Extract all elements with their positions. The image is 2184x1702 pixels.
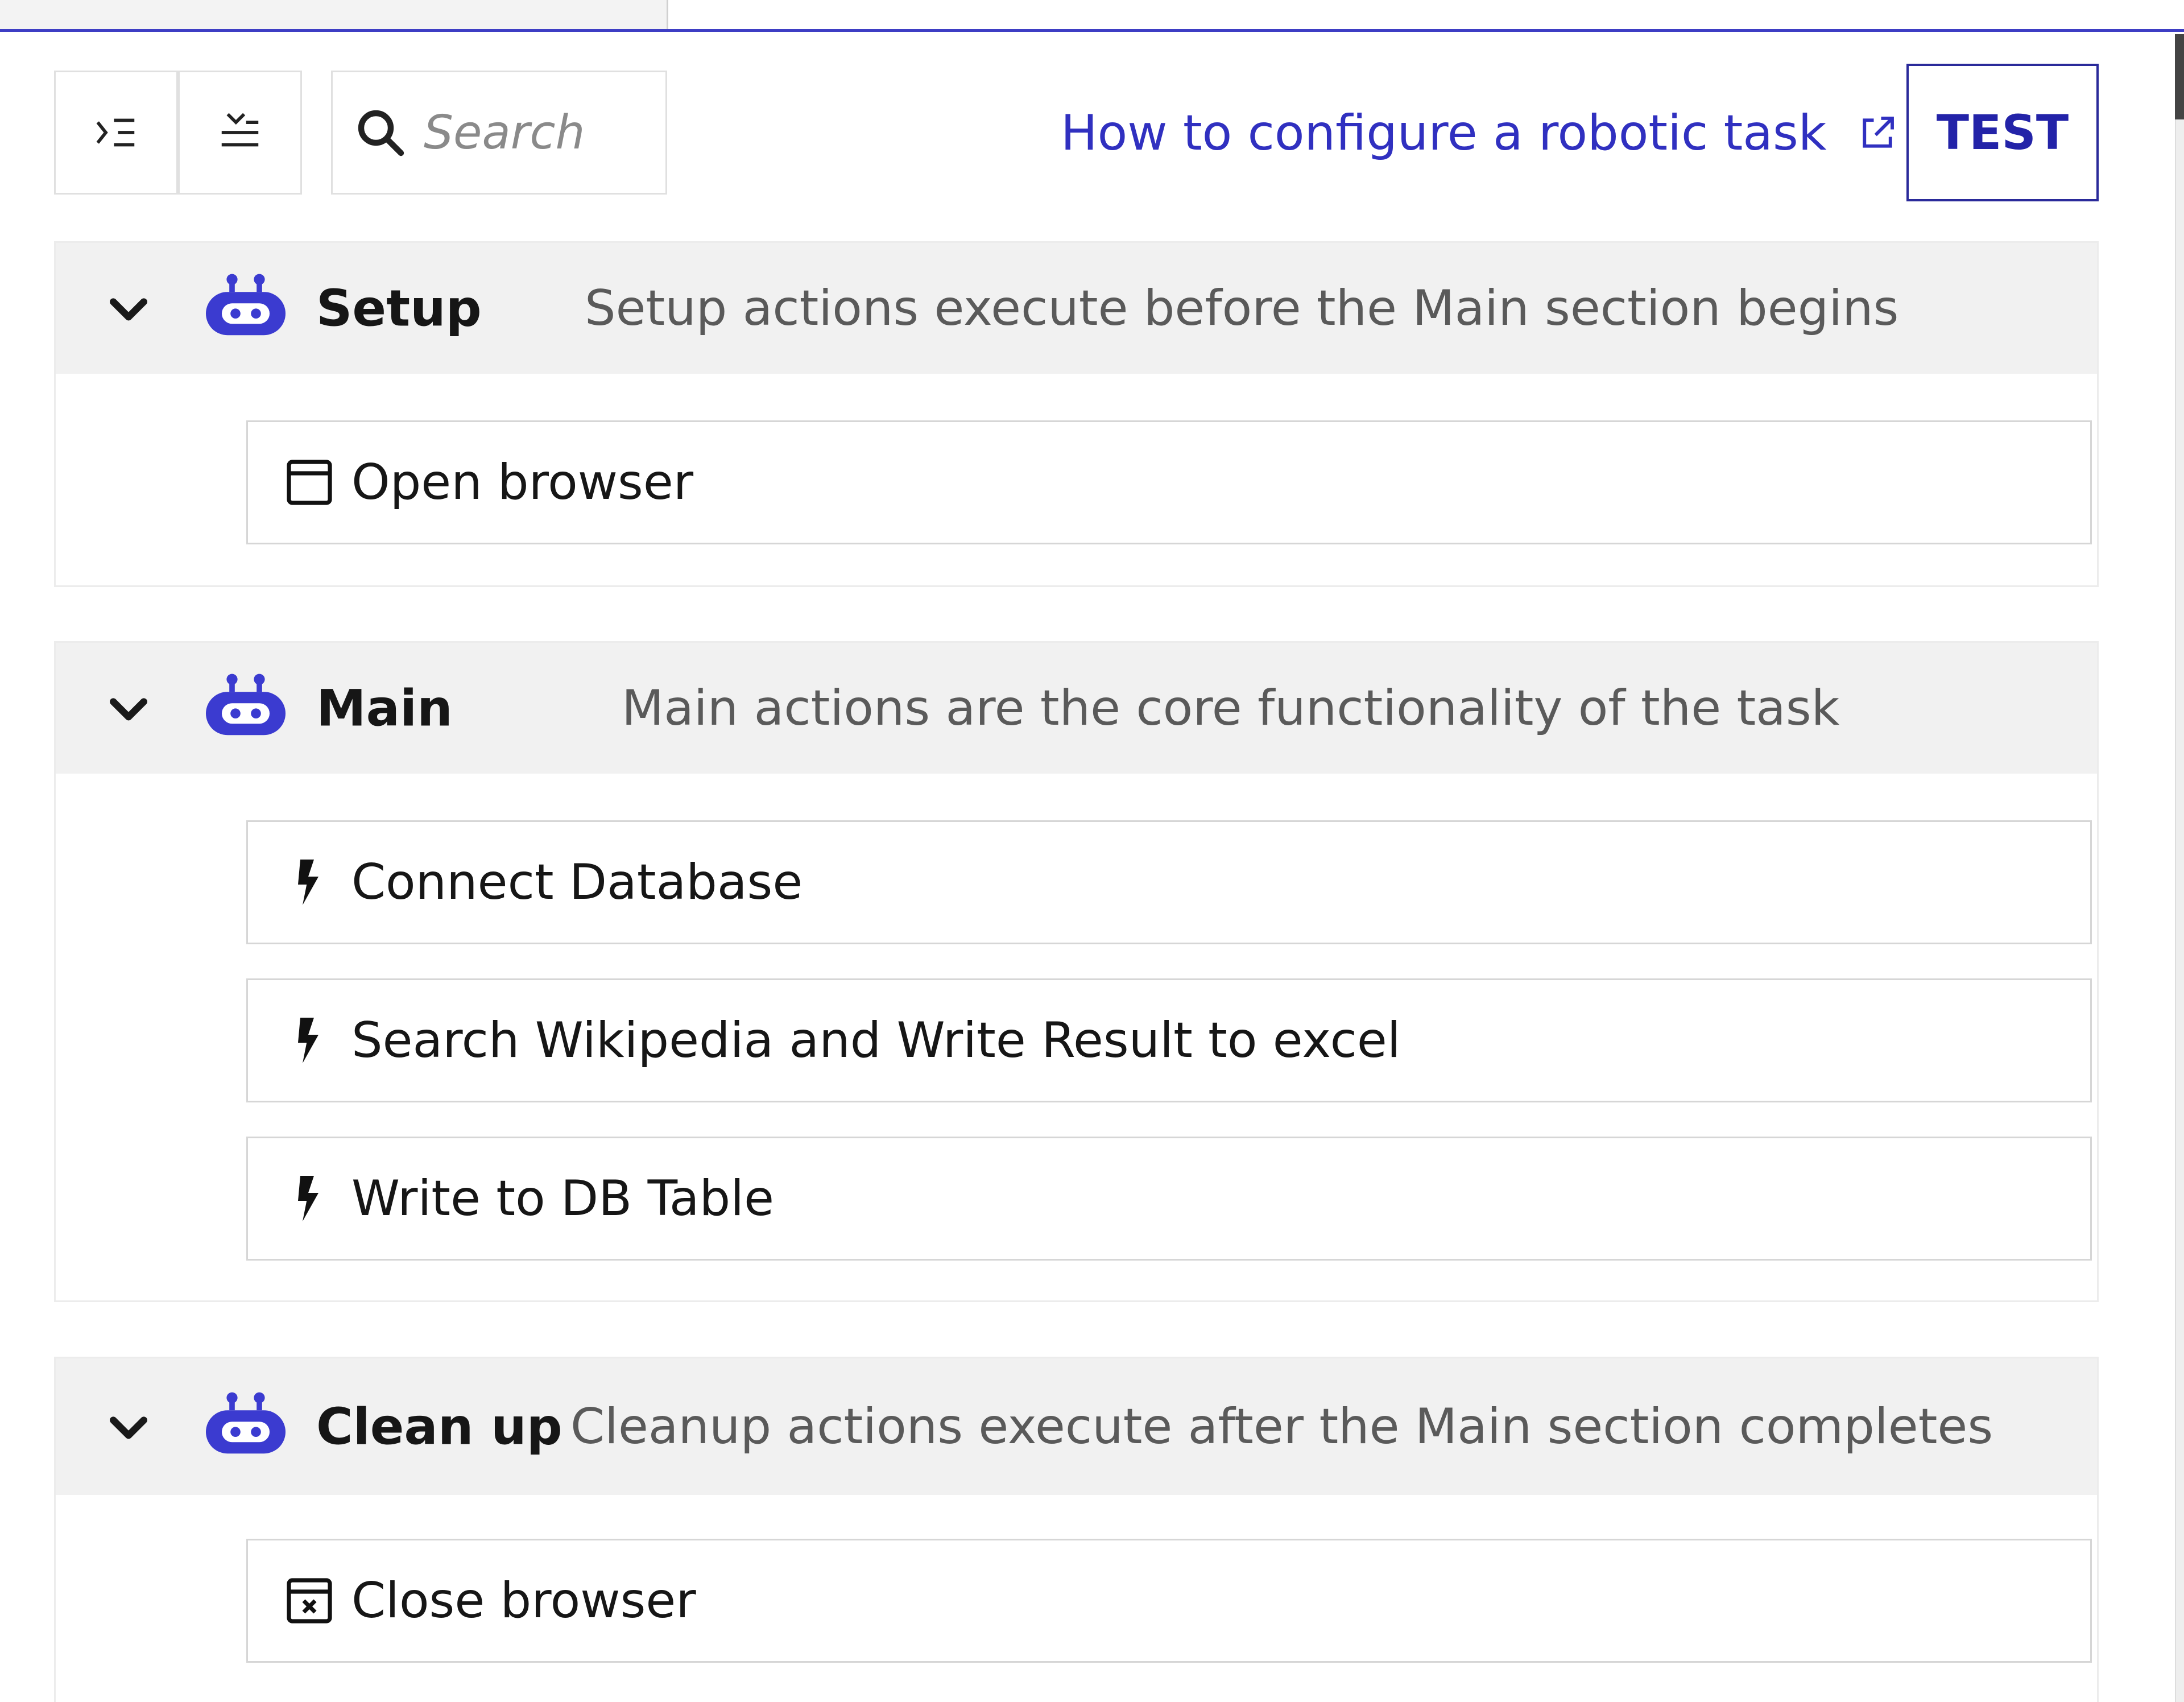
section-title: Setup — [316, 279, 482, 338]
section-cleanup: Clean up Cleanup actions execute after t… — [54, 1357, 2099, 1702]
section-header[interactable]: Clean up Cleanup actions execute after t… — [56, 1358, 2097, 1495]
collapse-all-button[interactable] — [178, 71, 302, 195]
action-label: Connect Database — [351, 854, 803, 911]
chevron-down-icon[interactable] — [102, 282, 155, 334]
lightning-icon — [298, 860, 318, 905]
lightning-icon — [298, 1018, 318, 1063]
section-description: Main actions are the core functionality … — [622, 680, 1840, 737]
search-input[interactable] — [424, 105, 651, 160]
section-title: Main — [316, 679, 453, 738]
search-field[interactable] — [331, 71, 667, 195]
section-title: Clean up — [316, 1397, 562, 1456]
help-link-label: How to configure a robotic task — [1061, 105, 1827, 162]
external-link-icon — [1862, 117, 1894, 148]
section-description: Setup actions execute before the Main se… — [585, 280, 1899, 337]
section-header[interactable]: Main Main actions are the core functiona… — [56, 643, 2097, 774]
top-tab-strip — [0, 0, 2184, 32]
chevron-down-icon[interactable] — [102, 1401, 155, 1453]
section-setup: Setup Setup actions execute before the M… — [54, 241, 2099, 587]
collapse-all-icon — [221, 113, 259, 147]
action-row-search-wikipedia[interactable]: Search Wikipedia and Write Result to exc… — [246, 978, 2092, 1102]
close-browser-icon — [287, 1578, 332, 1623]
robot-icon — [206, 274, 286, 336]
expand-all-icon — [96, 118, 135, 147]
action-label: Close browser — [351, 1572, 696, 1629]
section-description: Cleanup actions execute after the Main s… — [570, 1398, 1993, 1455]
inactive-tab[interactable] — [0, 0, 668, 29]
help-link[interactable]: How to configure a robotic task — [1061, 99, 1900, 167]
action-row-write-db-table[interactable]: Write to DB Table — [246, 1137, 2092, 1261]
action-label: Search Wikipedia and Write Result to exc… — [351, 1012, 1401, 1069]
search-icon — [358, 110, 404, 156]
robot-icon — [206, 1392, 286, 1454]
lightning-icon — [298, 1176, 318, 1221]
scrollbar-thumb[interactable] — [2175, 34, 2184, 119]
action-row-open-browser[interactable]: Open browser — [246, 420, 2092, 544]
section-header[interactable]: Setup Setup actions execute before the M… — [56, 243, 2097, 374]
expand-all-button[interactable] — [54, 71, 178, 195]
section-main: Main Main actions are the core functiona… — [54, 641, 2099, 1302]
scrollbar-track[interactable] — [2175, 34, 2184, 1702]
robot-icon — [206, 674, 286, 736]
browser-window-icon — [287, 460, 332, 505]
action-label: Write to DB Table — [351, 1170, 775, 1227]
test-button[interactable]: TEST — [1906, 64, 2099, 201]
action-row-close-browser[interactable]: Close browser — [246, 1539, 2092, 1663]
chevron-down-icon[interactable] — [102, 682, 155, 734]
action-label: Open browser — [351, 454, 694, 511]
action-row-connect-database[interactable]: Connect Database — [246, 820, 2092, 944]
